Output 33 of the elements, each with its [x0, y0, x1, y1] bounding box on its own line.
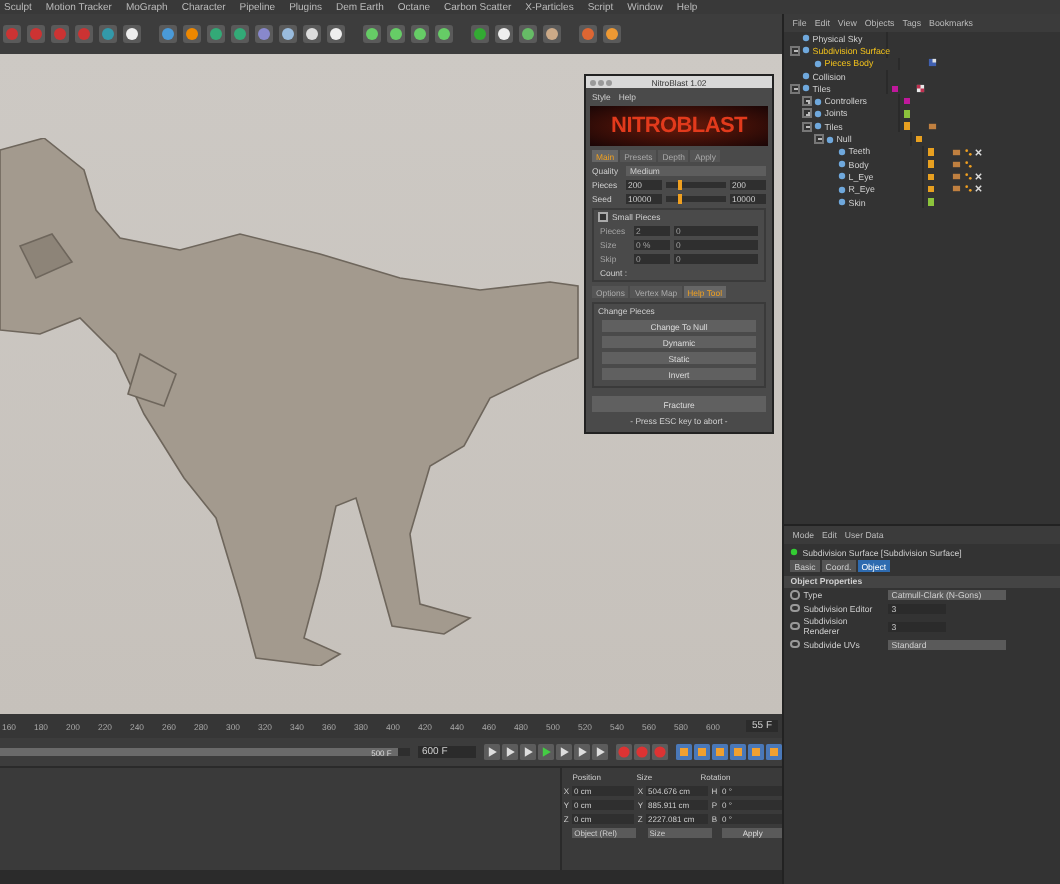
checkbox[interactable]: [598, 212, 608, 222]
cross-tag-icon[interactable]: [974, 184, 984, 194]
animate-dot[interactable]: [790, 590, 800, 600]
animate-dot[interactable]: [790, 621, 800, 631]
layer-swatch[interactable]: [927, 185, 935, 193]
layer-swatch[interactable]: [927, 173, 935, 181]
layer-swatch[interactable]: [927, 148, 935, 156]
material-tag-icon[interactable]: [928, 121, 938, 131]
layer-swatch[interactable]: [927, 198, 935, 206]
texture-tag-icon[interactable]: [928, 58, 938, 68]
cross-tag-icon[interactable]: [974, 172, 984, 182]
checker-tag-icon[interactable]: [916, 84, 926, 94]
layer-swatch[interactable]: [903, 122, 911, 130]
close-dot[interactable]: [590, 79, 596, 85]
layer-swatch[interactable]: [915, 135, 923, 143]
expand-toggle[interactable]: [802, 108, 813, 119]
animate-dot[interactable]: [790, 639, 800, 649]
maximize-dot[interactable]: [606, 79, 612, 85]
expand-toggle[interactable]: [802, 121, 813, 132]
expand-toggle[interactable]: [814, 134, 825, 145]
layer-swatch[interactable]: [903, 97, 911, 105]
animate-dot[interactable]: [790, 603, 800, 613]
minimize-dot[interactable]: [598, 79, 604, 85]
logo: NITROBLAST: [590, 106, 768, 146]
object-icon: [790, 548, 799, 556]
layer-swatch[interactable]: [891, 85, 899, 93]
expand-toggle[interactable]: [802, 96, 813, 107]
layer-swatch[interactable]: [927, 160, 935, 168]
play-icon[interactable]: [538, 744, 554, 760]
layer-swatch[interactable]: [903, 110, 911, 118]
cross-tag-icon[interactable]: [974, 147, 984, 157]
expand-toggle[interactable]: [790, 45, 801, 56]
expand-toggle[interactable]: [790, 83, 801, 94]
